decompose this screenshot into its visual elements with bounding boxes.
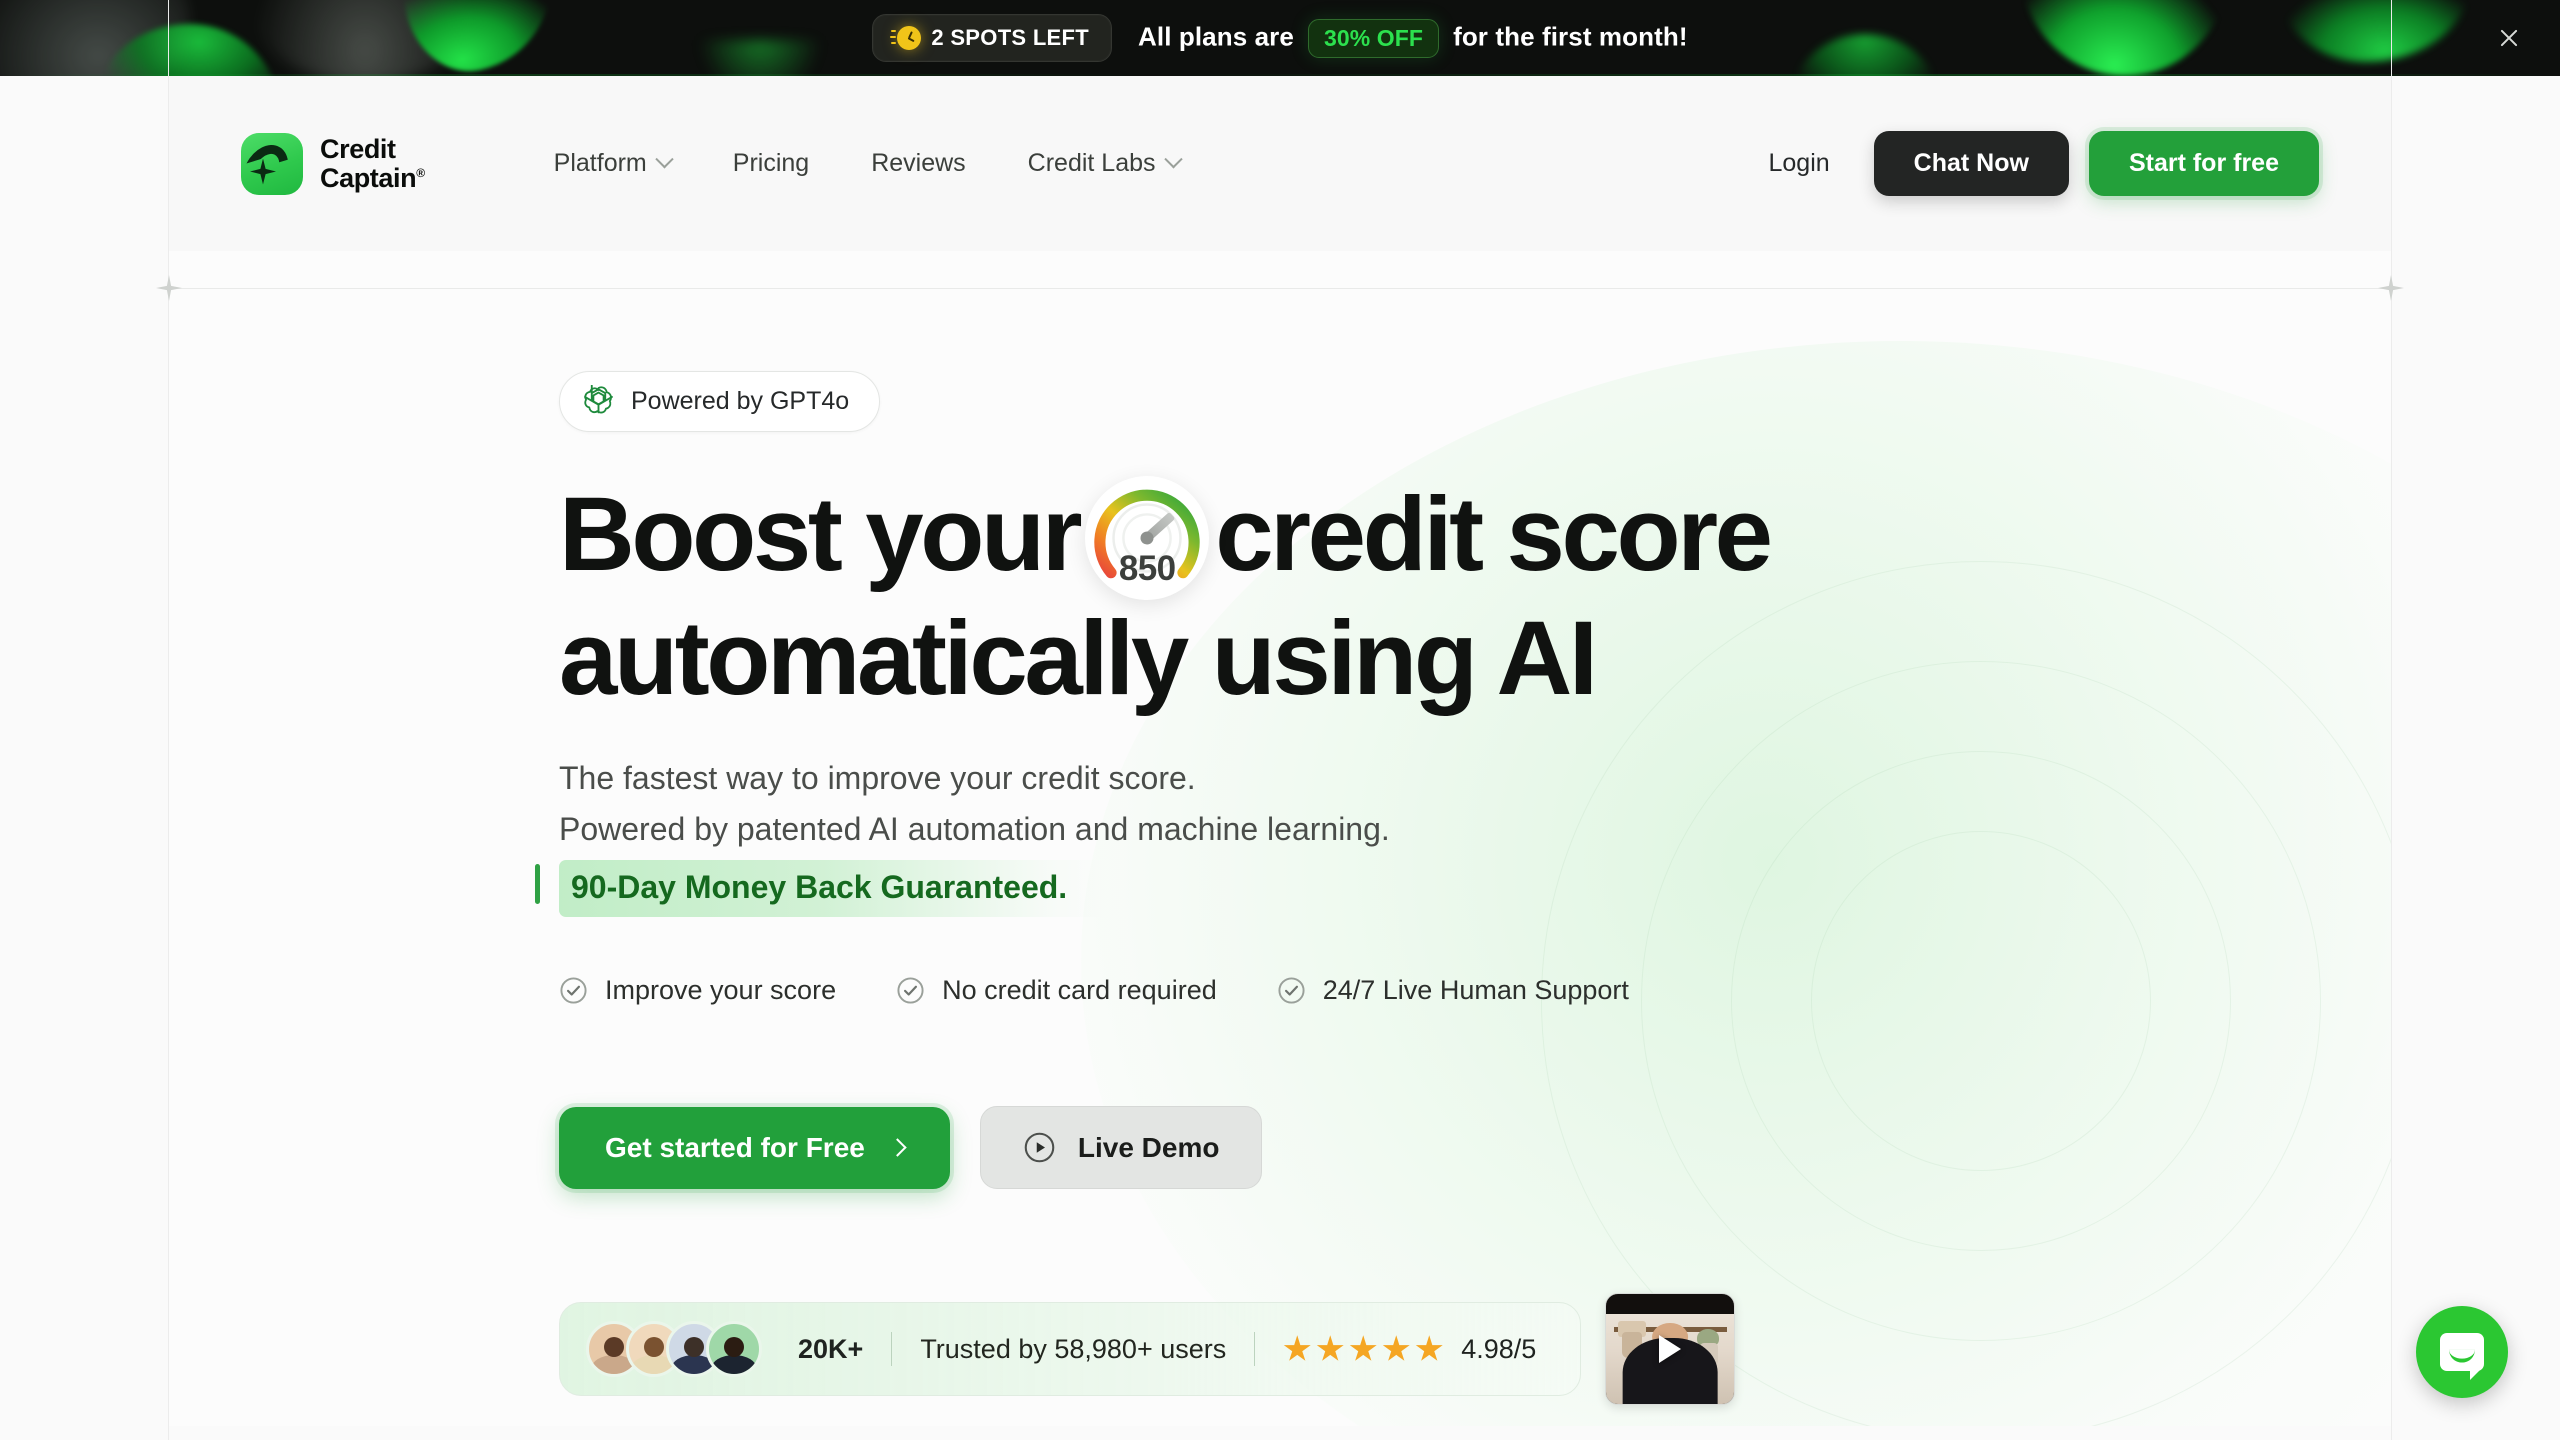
feature-checklist: Improve your score No credit card requir… xyxy=(559,975,2391,1006)
brand-trademark: ® xyxy=(416,165,425,180)
avatar xyxy=(706,1321,762,1378)
video-thumbnail[interactable] xyxy=(1605,1293,1736,1406)
hero-content: Powered by GPT4o Boost your 850 credit s… xyxy=(169,251,2391,1406)
brand-line-2: Captain xyxy=(320,162,417,193)
get-started-label: Get started for Free xyxy=(605,1131,865,1163)
start-for-free-button[interactable]: Start for free xyxy=(2088,131,2319,196)
main-navigation: Platform Pricing Reviews Credit Labs xyxy=(523,137,1211,190)
header-actions: Login Chat Now Start for free xyxy=(1743,131,2319,196)
check-circle-icon xyxy=(560,977,587,1004)
gpt-badge-label: Powered by GPT4o xyxy=(631,387,850,415)
trusted-by-text: Trusted by 58,980+ users xyxy=(920,1333,1227,1364)
subtitle-line-2: Powered by patented AI automation and ma… xyxy=(559,811,1390,848)
nav-label-credit-labs: Credit Labs xyxy=(1027,149,1156,177)
clock-icon xyxy=(890,24,922,52)
hero-cta-group: Get started for Free Live Demo xyxy=(559,1106,2391,1190)
powered-by-gpt-badge[interactable]: Powered by GPT4o xyxy=(559,371,881,432)
feature-item-improve-score: Improve your score xyxy=(559,975,836,1006)
guarantee-accent-bar xyxy=(535,864,540,905)
social-divider xyxy=(1254,1332,1256,1367)
star-icon xyxy=(1382,1335,1410,1361)
play-circle-icon xyxy=(1024,1133,1055,1163)
headline-part-1: Boost your xyxy=(559,476,1083,593)
avatar-group xyxy=(586,1321,762,1378)
chevron-down-icon xyxy=(1163,150,1183,169)
brand-line-1: Credit xyxy=(320,134,396,165)
spots-left-badge: 2 SPOTS LEFT xyxy=(872,14,1113,62)
gauge-value: 850 xyxy=(1118,549,1176,588)
social-divider xyxy=(891,1332,893,1367)
nav-item-reviews[interactable]: Reviews xyxy=(840,137,996,190)
social-proof-row: 20K+ Trusted by 58,980+ users 4.98/5 xyxy=(559,1293,2391,1406)
social-proof-pill: 20K+ Trusted by 58,980+ users 4.98/5 xyxy=(559,1302,1582,1397)
nav-label-pricing: Pricing xyxy=(732,149,810,177)
nav-label-reviews: Reviews xyxy=(871,149,966,177)
header-wrapper: Credit Captain® Platform Pricing Reviews… xyxy=(0,76,2560,251)
star-icon xyxy=(1283,1335,1311,1361)
site-header: Credit Captain® Platform Pricing Reviews… xyxy=(168,76,2392,251)
page-root: 2 SPOTS LEFT All plans are 30% OFF for the… xyxy=(0,0,2560,1440)
spots-left-label: 2 SPOTS LEFT xyxy=(931,25,1090,50)
chat-now-button[interactable]: Chat Now xyxy=(1873,131,2069,196)
credit-score-gauge-icon: 850 xyxy=(1085,476,1210,600)
live-demo-label: Live Demo xyxy=(1077,1131,1220,1163)
brand-logo[interactable]: Credit Captain® xyxy=(241,132,425,195)
close-icon[interactable] xyxy=(2492,21,2526,55)
live-demo-button[interactable]: Live Demo xyxy=(979,1106,1263,1190)
headline-part-2: credit score xyxy=(1215,476,1773,593)
subtitle-line-1: The fastest way to improve your credit s… xyxy=(559,759,1196,796)
promo-message-suffix: for the first month! xyxy=(1453,20,1688,51)
login-link[interactable]: Login xyxy=(1743,137,1856,190)
intercom-chat-button[interactable] xyxy=(2416,1306,2508,1398)
play-icon xyxy=(1659,1335,1682,1364)
promo-banner: 2 SPOTS LEFT All plans are 30% OFF for the… xyxy=(0,0,2560,76)
feature-item-no-credit-card: No credit card required xyxy=(896,975,1217,1006)
guarantee-row: 90-Day Money Back Guaranteed. xyxy=(535,860,1112,918)
brand-name: Credit Captain® xyxy=(320,135,425,191)
chevron-right-icon xyxy=(888,1138,907,1157)
get-started-button[interactable]: Get started for Free xyxy=(559,1106,950,1189)
star-icon xyxy=(1349,1335,1377,1361)
promo-message: All plans are 30% OFF for the first month! xyxy=(1138,18,1688,58)
nav-item-pricing[interactable]: Pricing xyxy=(702,137,840,190)
hero-section: Powered by GPT4o Boost your 850 credit s… xyxy=(168,251,2392,1426)
nav-item-platform[interactable]: Platform xyxy=(523,137,702,190)
openai-icon xyxy=(584,385,613,414)
feature-item-support: 24/7 Live Human Support xyxy=(1277,975,1629,1006)
check-circle-icon xyxy=(1278,977,1305,1004)
headline-line-2: automatically using AI xyxy=(559,600,1598,717)
feature-label-support: 24/7 Live Human Support xyxy=(1322,975,1629,1006)
page-title: Boost your 850 credit score automaticall… xyxy=(559,476,1979,719)
discount-badge: 30% OFF xyxy=(1307,18,1440,58)
nav-label-platform: Platform xyxy=(553,149,647,177)
rating-value: 4.98/5 xyxy=(1461,1333,1537,1364)
star-icon xyxy=(1415,1335,1443,1361)
intercom-chat-icon xyxy=(2440,1333,2484,1380)
star-icon xyxy=(1316,1335,1344,1361)
star-rating xyxy=(1283,1335,1443,1363)
guide-rail-right xyxy=(2391,0,2392,1440)
credit-captain-logo-icon xyxy=(241,132,303,195)
guarantee-highlight: 90-Day Money Back Guaranteed. xyxy=(559,860,1112,918)
nav-item-credit-labs[interactable]: Credit Labs xyxy=(997,137,1211,190)
feature-label-no-credit-card: No credit card required xyxy=(942,975,1217,1006)
promo-message-prefix: All plans are xyxy=(1138,20,1294,51)
hero-subtitle: The fastest way to improve your credit s… xyxy=(559,753,2391,857)
feature-label-improve-score: Improve your score xyxy=(605,975,837,1006)
chevron-down-icon xyxy=(655,150,674,169)
check-circle-icon xyxy=(897,977,924,1004)
user-count: 20K+ xyxy=(798,1333,864,1364)
